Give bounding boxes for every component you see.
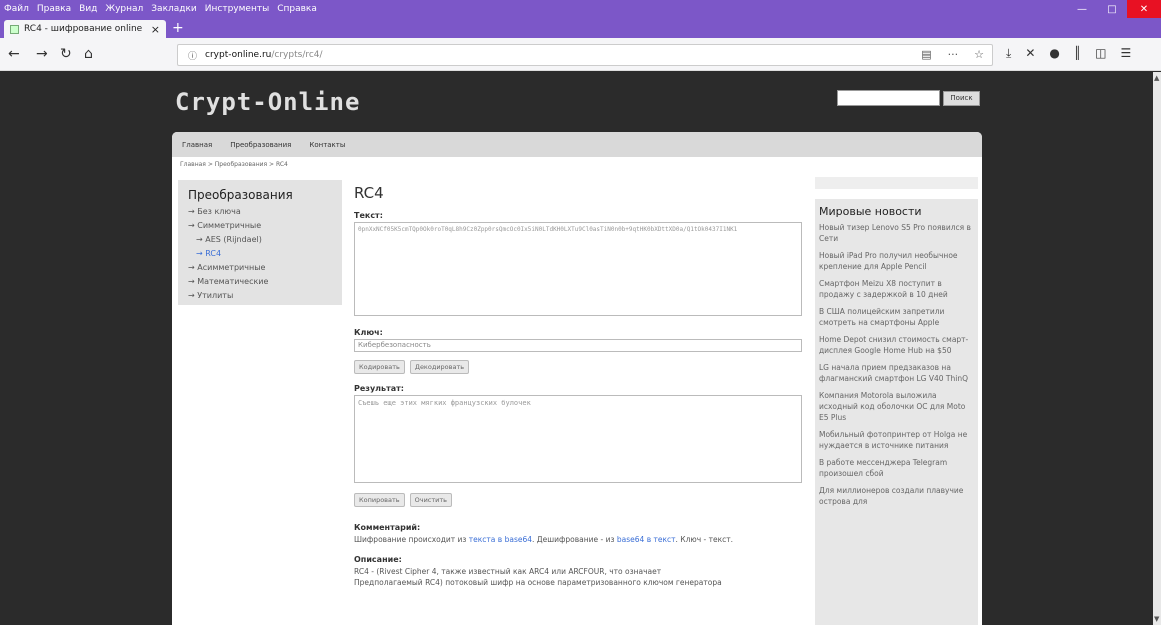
library-icon[interactable]: ║: [1074, 46, 1081, 61]
result-output[interactable]: Съешь еще этих мягких французских булоче…: [354, 395, 802, 483]
menu-bar: Файл Правка Вид Журнал Закладки Инструме…: [0, 0, 1161, 18]
navigation-toolbar: ← → ↻ ⌂ ⓘ crypt-online.ru /crypts/rc4/ ▤…: [0, 38, 1161, 71]
news-item[interactable]: В работе мессенджера Telegram произошел …: [819, 457, 974, 479]
content-card: Главная Преобразования Контакты Главная …: [172, 132, 982, 625]
home-icon[interactable]: ⌂: [84, 46, 93, 62]
main-content: RC4 Текст: 0pnXxNCf05K5cmTQp0Ok0roT0qL8h…: [354, 180, 804, 588]
search-input[interactable]: [837, 90, 940, 106]
news-title: Мировые новости: [819, 205, 922, 218]
news-item[interactable]: Смартфон Meizu X8 поступит в продажу с з…: [819, 278, 974, 300]
address-bar[interactable]: ⓘ crypt-online.ru /crypts/rc4/ ▤ ··· ☆: [177, 44, 993, 66]
forward-icon[interactable]: →: [36, 46, 48, 62]
close-window-icon[interactable]: ✕: [1127, 0, 1161, 18]
text-label: Текст:: [354, 211, 383, 220]
extension-x-icon[interactable]: ✕: [1025, 46, 1035, 61]
menu-view[interactable]: Вид: [79, 4, 97, 14]
menu-file[interactable]: Файл: [4, 4, 29, 14]
window-controls: — □ ✕: [1067, 0, 1161, 18]
sidebar-item-utilities[interactable]: → Утилиты: [188, 291, 342, 300]
vertical-scrollbar[interactable]: ▲ ▼: [1153, 72, 1161, 625]
scroll-up-icon[interactable]: ▲: [1154, 74, 1159, 82]
downloads-icon[interactable]: ⤓: [1006, 46, 1011, 61]
key-label: Ключ:: [354, 328, 383, 337]
new-tab-button[interactable]: +: [172, 20, 184, 36]
breadcrumb: Главная > Преобразования > RC4: [180, 161, 288, 168]
news-item[interactable]: Home Depot снизил стоимость смарт-диспле…: [819, 334, 974, 356]
sidebar-item-math[interactable]: → Математические: [188, 277, 342, 286]
site-info-icon[interactable]: ⓘ: [188, 49, 197, 62]
top-navigation: Главная Преобразования Контакты: [172, 132, 982, 157]
comment-part: . Ключ - текст.: [675, 535, 734, 544]
search-button[interactable]: Поиск: [943, 91, 980, 106]
site-logo[interactable]: Crypt-Online: [175, 88, 360, 116]
copy-button[interactable]: Копировать: [354, 493, 405, 507]
close-tab-icon[interactable]: ×: [151, 23, 160, 36]
scroll-down-icon[interactable]: ▼: [1154, 615, 1159, 623]
news-panel: Мировые новости Новый тизер Lenovo S5 Pr…: [815, 199, 978, 625]
key-input[interactable]: Кибербезопасность: [354, 339, 802, 352]
decode-button[interactable]: Декодировать: [409, 360, 470, 374]
site-favicon-icon: [10, 24, 19, 34]
encode-button[interactable]: Кодировать: [354, 360, 405, 374]
result-label: Результат:: [354, 384, 404, 393]
news-item[interactable]: LG начала прием предзаказов на флагманск…: [819, 362, 974, 384]
url-path: /crypts/rc4/: [271, 50, 323, 60]
nav-conversions[interactable]: Преобразования: [230, 141, 291, 149]
news-item[interactable]: В США полицейским запретили смотреть на …: [819, 306, 974, 328]
ad-strip: [815, 177, 978, 189]
base64-to-text-link[interactable]: base64 в текст: [617, 535, 676, 544]
news-item[interactable]: Мобильный фотопринтер от Holga не нуждае…: [819, 429, 974, 451]
sidebar-title: Преобразования: [188, 188, 293, 202]
page-title: RC4: [354, 184, 384, 202]
text-to-base64-link[interactable]: текста в base64: [469, 535, 532, 544]
right-sidebar: Мировые новости Новый тизер Lenovo S5 Pr…: [815, 177, 978, 625]
sidebar-item-symmetric[interactable]: → Симметричные: [188, 221, 342, 230]
encode-buttons: Кодировать Декодировать: [354, 360, 804, 374]
sidebar-item-asymmetric[interactable]: → Асимметричные: [188, 263, 342, 272]
menu-tools[interactable]: Инструменты: [205, 4, 269, 14]
tab-bar: RC4 - шифрование online × +: [0, 18, 1161, 38]
sidebar-item-rc4[interactable]: → RC4: [188, 249, 342, 258]
menu-help[interactable]: Справка: [277, 4, 317, 14]
page-actions-icon[interactable]: ···: [948, 48, 959, 61]
sidebar-icon[interactable]: ◫: [1095, 46, 1106, 61]
menu-history[interactable]: Журнал: [105, 4, 143, 14]
menu-bookmarks[interactable]: Закладки: [151, 4, 197, 14]
description-line-2: Предполагаемый RC4) потоковый шифр на ос…: [354, 578, 722, 587]
browser-tab[interactable]: RC4 - шифрование online ×: [4, 20, 166, 38]
nav-home[interactable]: Главная: [182, 141, 212, 149]
minimize-icon[interactable]: —: [1067, 0, 1097, 18]
menu-edit[interactable]: Правка: [37, 4, 71, 14]
text-input[interactable]: 0pnXxNCf05K5cmTQp0Ok0roT0qL8h9Cz0Zpp0rsQ…: [354, 222, 802, 316]
description-label: Описание:: [354, 555, 402, 564]
sidebar-item-no-key[interactable]: → Без ключа: [188, 207, 342, 216]
news-item[interactable]: Компания Motorola выложила исходный код …: [819, 390, 974, 423]
reader-view-icon[interactable]: ▤: [921, 48, 931, 61]
left-sidebar: Преобразования → Без ключа → Симметричны…: [178, 180, 342, 305]
result-buttons: Копировать Очистить: [354, 493, 804, 507]
web-page: Crypt-Online Поиск Главная Преобразовани…: [0, 72, 1153, 625]
maximize-icon[interactable]: □: [1097, 0, 1127, 18]
extension-icon[interactable]: ●: [1049, 46, 1059, 61]
comment-text: Шифрование происходит из текста в base64…: [354, 534, 804, 545]
news-item[interactable]: Новый тизер Lenovo S5 Pro появился в Сет…: [819, 222, 974, 244]
comment-part: Шифрование происходит из: [354, 535, 467, 544]
toolbar-icons: ⤓ ✕ ● ║ ◫ ☰: [1006, 46, 1131, 61]
url-host: crypt-online.ru: [205, 50, 272, 60]
back-icon[interactable]: ←: [8, 46, 20, 62]
clear-button[interactable]: Очистить: [409, 493, 452, 507]
description-line-1: RC4 - (Rivest Cipher 4, также известный …: [354, 567, 662, 576]
comment-part: . Дешифрование - из: [532, 535, 615, 544]
sidebar-item-aes[interactable]: → AES (Rijndael): [188, 235, 342, 244]
reload-icon[interactable]: ↻: [60, 46, 72, 62]
news-item[interactable]: Новый iPad Pro получил необычное креплен…: [819, 250, 974, 272]
tab-title: RC4 - шифрование online: [24, 24, 143, 34]
nav-contacts[interactable]: Контакты: [309, 141, 345, 149]
menu-icon[interactable]: ☰: [1120, 46, 1131, 61]
news-item[interactable]: Для миллионеров создали плавучие острова…: [819, 485, 974, 507]
bookmark-star-icon[interactable]: ☆: [974, 48, 984, 61]
comment-label: Комментарий:: [354, 523, 421, 532]
